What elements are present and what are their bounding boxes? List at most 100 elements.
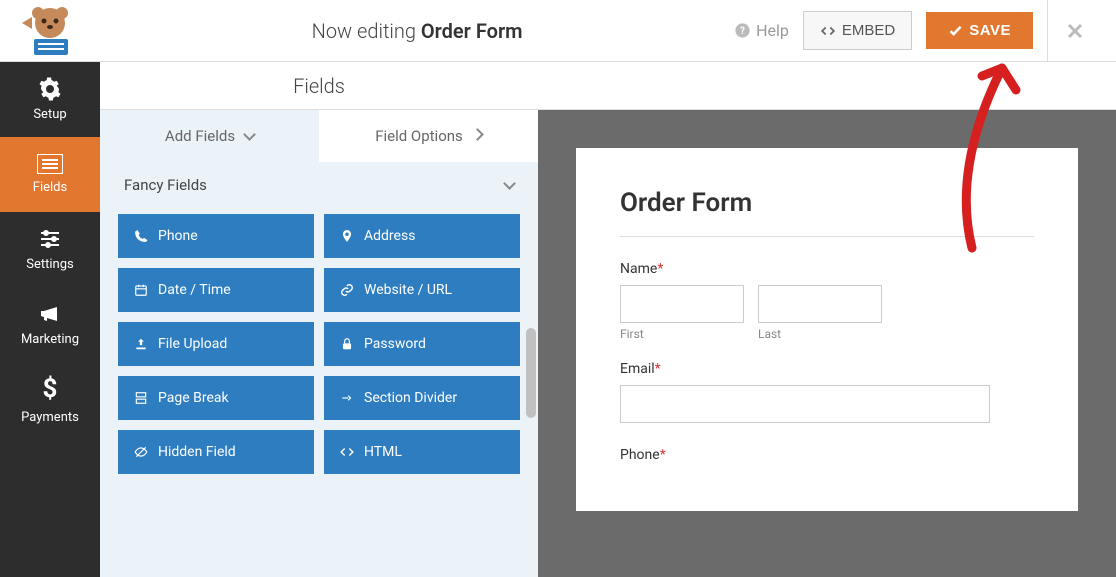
email-input[interactable] [620,385,990,423]
app-header: Now editing Order Form ? Help EMBED SAVE [0,0,1116,62]
panel-scrollbar[interactable] [526,328,536,418]
form-divider [620,236,1034,237]
phone-label-text: Phone [620,447,660,463]
first-name-col: First [620,285,744,341]
panel-title: Fields [100,62,538,110]
required-asterisk: * [657,261,663,277]
preview-area: Order Form Name* First Last Email* Phone… [538,62,1116,577]
name-label: Name* [620,261,1034,277]
field-button-hidden[interactable]: Hidden Field [118,430,314,474]
field-button-address[interactable]: Address [324,214,520,258]
field-label: Phone [158,228,198,244]
first-sublabel: First [620,327,744,341]
header-actions: ? Help EMBED SAVE [734,0,1116,62]
svg-text:?: ? [740,26,745,37]
form-icon [37,154,63,174]
code-icon [820,24,836,38]
sidenav-item-setup[interactable]: Setup [0,62,100,137]
sidenav-item-payments[interactable]: $ Payments [0,362,100,437]
location-icon [340,229,354,243]
help-icon: ? [734,22,751,39]
side-navigation: Setup Fields Settings Marketing $ Paymen… [0,62,100,577]
link-icon [340,283,354,297]
eye-off-icon [134,445,148,459]
field-button-html[interactable]: HTML [324,430,520,474]
last-name-col: Last [758,285,882,341]
calendar-icon [134,283,148,297]
close-button[interactable] [1047,0,1102,62]
required-asterisk: * [655,361,661,377]
phone-icon [134,229,148,243]
sliders-icon [38,227,62,251]
section-label: Fancy Fields [124,176,207,194]
sidenav-label: Payments [21,410,79,425]
chevron-down-icon [501,176,514,194]
field-button-pagebreak[interactable]: Page Break [118,376,314,420]
email-label: Email* [620,361,1034,377]
divider-icon [340,391,354,405]
tab-add-fields[interactable]: Add Fields [100,110,319,162]
chevron-down-icon [241,127,254,145]
lock-icon [340,337,354,351]
sidenav-item-settings[interactable]: Settings [0,212,100,287]
sidenav-label: Setup [33,107,66,122]
field-button-datetime[interactable]: Date / Time [118,268,314,312]
field-label: Page Break [158,390,229,406]
editing-prefix: Now editing [312,19,421,43]
name-label-text: Name [620,261,657,277]
close-icon [1066,22,1084,40]
field-label: Website / URL [364,282,452,298]
help-link[interactable]: ? Help [734,21,789,40]
preview-header-strip [538,62,1116,110]
sidenav-label: Marketing [21,332,79,347]
sidenav-item-marketing[interactable]: Marketing [0,287,100,362]
gear-icon [38,77,62,101]
name-row: First Last [620,285,1034,341]
phone-label: Phone* [620,447,1034,463]
field-label: File Upload [158,336,227,352]
section-fancy-fields[interactable]: Fancy Fields [100,162,538,208]
save-button[interactable]: SAVE [926,12,1033,49]
field-button-divider[interactable]: Section Divider [324,376,520,420]
embed-button[interactable]: EMBED [803,11,912,50]
fields-panel: Fields Add Fields Field Options Fancy Fi… [100,62,538,577]
form-name: Order Form [421,19,523,43]
dollar-icon: $ [43,374,58,404]
field-button-website[interactable]: Website / URL [324,268,520,312]
field-label: Hidden Field [158,444,236,460]
field-label: Address [364,228,415,244]
field-button-phone[interactable]: Phone [118,214,314,258]
sidenav-label: Fields [33,180,67,195]
field-label: Section Divider [364,390,457,406]
form-title: Order Form [620,188,1034,218]
wpforms-logo [0,0,100,62]
save-label: SAVE [969,22,1011,39]
main-area: Setup Fields Settings Marketing $ Paymen… [0,62,1116,577]
help-label: Help [756,21,789,40]
chevron-right-icon [469,127,482,145]
page-break-icon [134,391,148,405]
field-label: Password [364,336,426,352]
required-asterisk: * [660,447,666,463]
tab-label: Add Fields [165,127,235,145]
field-label: Date / Time [158,282,231,298]
tab-label: Field Options [375,127,463,145]
sidenav-item-fields[interactable]: Fields [0,137,100,212]
upload-icon [134,337,148,351]
field-label: HTML [364,444,402,460]
last-name-input[interactable] [758,285,882,323]
panel-tabs: Add Fields Field Options [100,110,538,162]
form-preview: Order Form Name* First Last Email* Phone… [576,148,1078,511]
bullhorn-icon [38,302,62,326]
embed-label: EMBED [842,22,895,39]
field-buttons-grid: Phone Address Date / Time Website / URL … [100,208,538,480]
tab-field-options[interactable]: Field Options [319,110,538,162]
first-name-input[interactable] [620,285,744,323]
field-button-password[interactable]: Password [324,322,520,366]
check-icon [948,23,963,38]
last-sublabel: Last [758,327,882,341]
field-button-upload[interactable]: File Upload [118,322,314,366]
editing-title: Now editing Order Form [100,19,734,43]
sidenav-label: Settings [26,257,73,272]
code-icon [340,445,354,459]
